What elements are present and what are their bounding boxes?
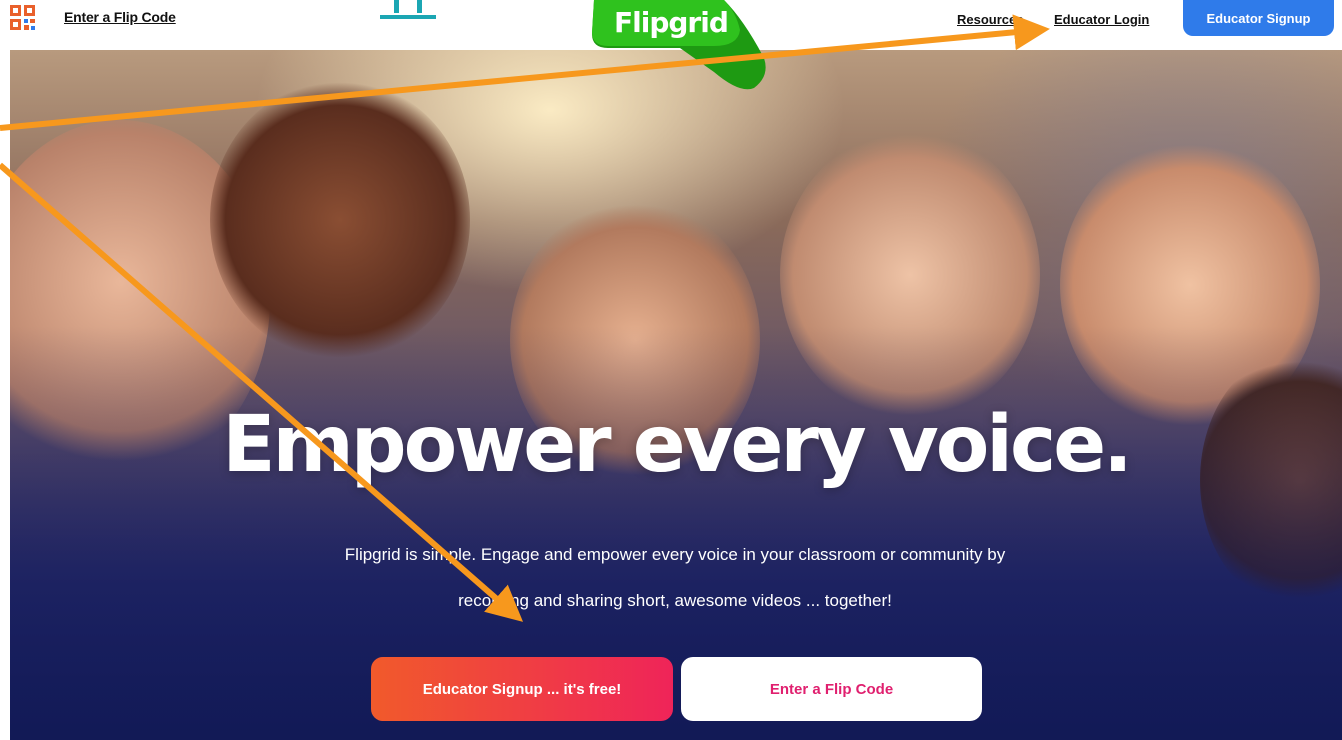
hero-overlay <box>10 50 1342 740</box>
qr-code-icon[interactable] <box>10 5 36 31</box>
nav-educator-login-link[interactable]: Educator Login <box>1054 12 1149 27</box>
hero-subtext: Flipgrid is simple. Engage and empower e… <box>240 532 1110 624</box>
nav-resources-link[interactable]: Resources <box>957 12 1023 27</box>
cut-off-top-icon <box>380 0 436 19</box>
enter-flip-code-button[interactable]: Enter a Flip Code <box>681 657 982 721</box>
logo-text: Flipgrid <box>614 6 729 39</box>
hero-subtext-line: Flipgrid is simple. Engage and empower e… <box>344 545 1006 564</box>
hero-section: Empower every voice. Flipgrid is simple.… <box>10 50 1342 740</box>
educator-signup-free-button[interactable]: Educator Signup ... it's free! <box>371 657 673 721</box>
nav-educator-signup-button[interactable]: Educator Signup <box>1183 0 1334 36</box>
enter-flip-code-link[interactable]: Enter a Flip Code <box>64 9 176 25</box>
hero-headline: Empower every voice. <box>222 400 1133 490</box>
hero-subtext-line: recording and sharing short, awesome vid… <box>458 591 892 610</box>
